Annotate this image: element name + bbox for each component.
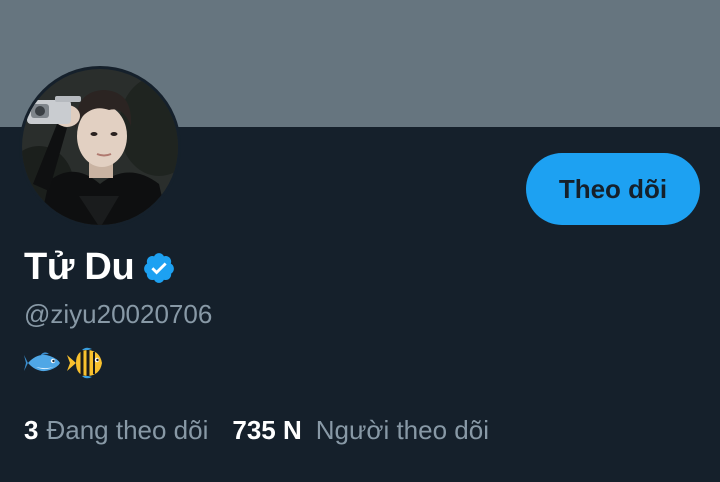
bio [24,346,104,380]
followers-count: 735 N [232,415,302,445]
avatar-image [22,69,178,225]
tropical-fish-icon [67,347,102,379]
follow-button[interactable]: Theo dõi [526,153,700,225]
profile-stats: 3 Đang theo dõi 735 N Người theo dõi [24,415,489,446]
handle: @ziyu20020706 [24,299,213,329]
display-name: Tử Du [24,246,135,288]
name-row: Tử Du [24,246,176,289]
avatar[interactable] [19,66,181,228]
followers-stat[interactable]: 735 N Người theo dõi [232,415,489,446]
following-stat[interactable]: 3 Đang theo dõi [24,415,208,446]
followers-label: Người theo dõi [315,415,489,445]
following-label: Đang theo dõi [46,415,209,445]
fish-icon [24,352,60,372]
following-count: 3 [24,415,39,445]
verified-badge-icon [144,252,175,283]
